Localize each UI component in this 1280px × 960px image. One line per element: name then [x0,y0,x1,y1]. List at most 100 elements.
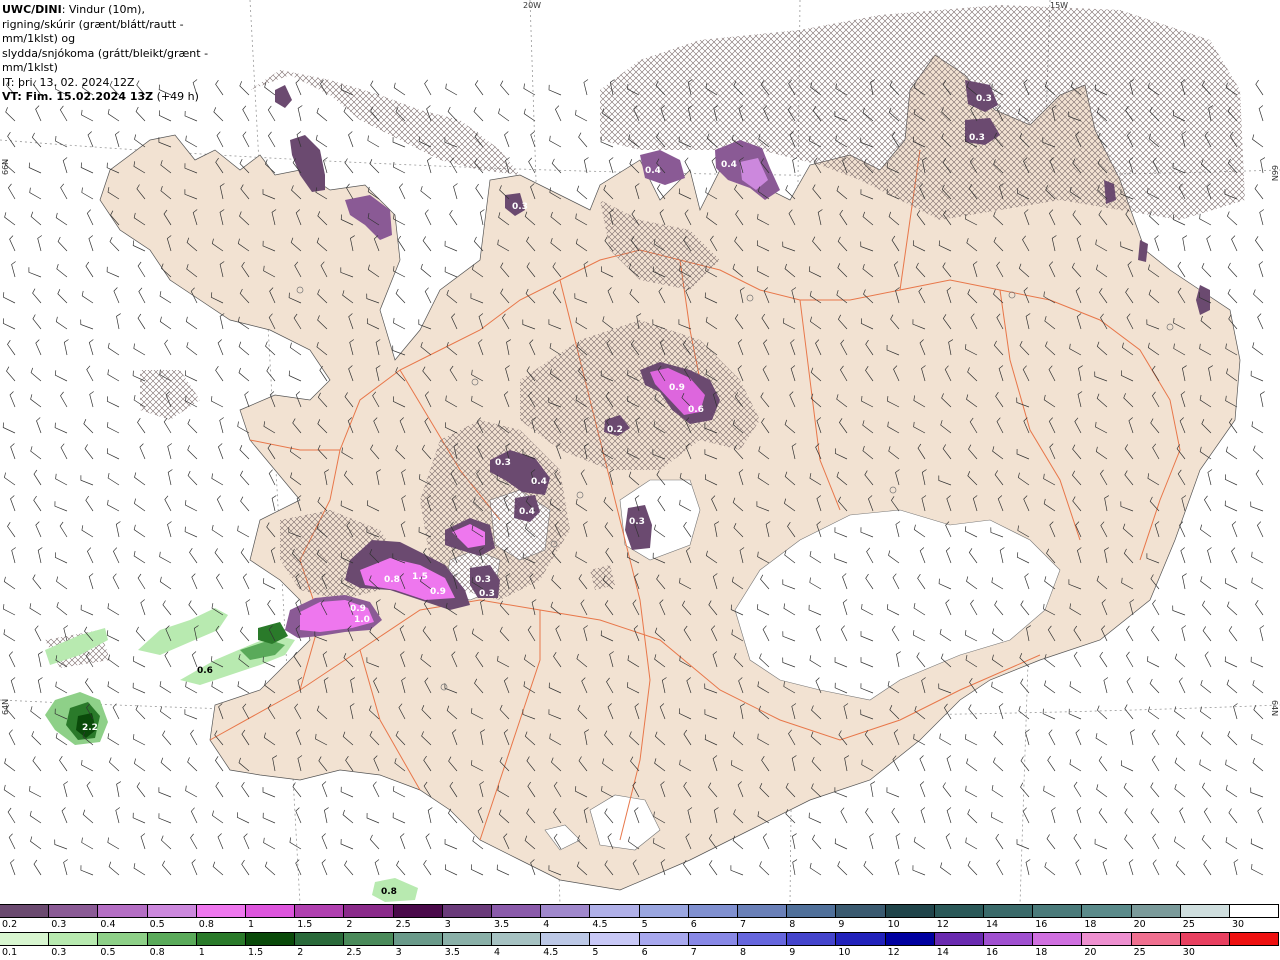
scale-swatch [934,932,984,946]
scale-swatch [787,904,837,918]
scale-tick-label: 20 [1084,947,1097,958]
scale-tick-label: 7 [740,919,747,930]
scale-swatch [393,904,443,918]
scale-swatch [885,904,935,918]
scale-swatch [836,904,886,918]
scale-swatch [246,932,296,946]
scale-tick-label: 12 [936,919,949,930]
scale-tick-label: 1 [198,947,205,958]
scale-swatch [1033,932,1083,946]
scale-swatch [147,932,197,946]
value-label: 0.8 [384,575,400,585]
value-label: 0.9 [350,604,366,614]
scale-tick-label: 25 [1182,919,1195,930]
scale-tick-label: 8 [740,947,747,958]
scale-tick-label: 30 [1182,947,1195,958]
init-time: IT: þri. 13. 02. 2024 12Z [2,75,135,89]
scale-tick-label: 18 [1084,919,1097,930]
scale-swatch [1230,904,1280,918]
scale-tick-label: 9 [838,919,845,930]
scale-tick-label: 10 [887,919,900,930]
scale-tick-label: 14 [936,947,949,958]
scale-swatch [1082,932,1132,946]
value-label: 0.3 [479,589,495,599]
scale-swatch [49,904,99,918]
scale-tick-label: 3.5 [494,919,510,930]
scale-tick-label: 0.8 [149,947,165,958]
scale-tick-label: 0.5 [149,919,165,930]
scale-tick-label: 0.8 [198,919,214,930]
scale-swatch [1230,932,1280,946]
valid-time-line: VT: Fim. 15.02.2024 13Z (+49 h) [2,90,240,105]
scale-tick-label: 1 [248,919,255,930]
value-label: 0.9 [430,587,446,597]
scale-tick-label: 8 [789,919,796,930]
scale-tick-label: 0.3 [51,919,67,930]
scale-swatch [0,932,50,946]
scale-swatch [1180,932,1230,946]
rain-color-scale [0,932,1280,946]
scale-swatch [98,904,148,918]
lat-label-64n-right: 64N [1270,700,1279,716]
scale-tick-label: 16 [986,947,999,958]
scale-tick-label: 4.5 [543,947,559,958]
scale-swatch [344,904,394,918]
value-label: 0.3 [495,458,511,468]
scale-swatch [984,932,1034,946]
scale-swatch [590,904,640,918]
title-variable: : Vindur (10m), [61,3,145,16]
scale-swatch [0,904,50,918]
scale-swatch [885,932,935,946]
scale-swatch [147,904,197,918]
scale-tick-label: 0.3 [51,947,67,958]
scale-swatch [1180,904,1230,918]
value-label: 0.3 [629,517,645,527]
scale-swatch [393,932,443,946]
scale-tick-label: 0.1 [2,947,18,958]
title-line-2: rigning/skúrir (grænt/blátt/rautt - mm/1… [2,17,184,46]
scale-swatch [738,904,788,918]
scale-tick-label: 25 [1133,947,1146,958]
scale-tick-label: 2.5 [395,919,411,930]
scale-swatch [787,932,837,946]
title-line-3: slydda/snjókoma (grátt/bleikt/grænt - mm… [2,46,209,75]
title-line-1: UWC/DINI: Vindur (10m), [2,3,240,18]
scale-tick-label: 2 [346,919,353,930]
scale-tick-label: 2 [297,947,304,958]
scale-swatch [442,932,492,946]
snow-color-scale [0,904,1280,918]
value-label: 2.2 [82,723,98,733]
scale-tick-label: 14 [986,919,999,930]
scale-swatch [492,932,542,946]
value-label: 1.0 [354,615,370,625]
scale-swatch [295,904,345,918]
value-label: 0.3 [969,133,985,143]
scale-swatch [541,932,591,946]
scale-tick-label: 18 [1035,947,1048,958]
scale-tick-label: 2.5 [346,947,362,958]
scale-tick-label: 9 [789,947,796,958]
scale-swatch [688,904,738,918]
scale-tick-label: 30 [1232,919,1245,930]
scale-tick-label: 5 [641,919,648,930]
scale-tick-label: 1.5 [297,919,313,930]
scale-swatch [639,932,689,946]
scale-swatch [49,932,99,946]
weather-map: 20W 15W 66N 66N 64N 64N 0.3 0.3 0.4 0.4 … [0,0,1280,904]
lon-label-20w: 20W [523,1,541,10]
value-label: 0.6 [197,666,213,676]
value-label: 0.3 [512,202,528,212]
scale-tick-label: 5 [592,947,599,958]
scale-tick-label: 10 [838,947,851,958]
model-name: UWC/DINI [2,3,62,16]
scale-swatch [541,904,591,918]
scale-tick-label: 1.5 [248,947,264,958]
scale-swatch [590,932,640,946]
map-title-box: UWC/DINI: Vindur (10m), rigning/skúrir (… [0,0,240,103]
scale-swatch [836,932,886,946]
value-label: 0.2 [607,425,623,435]
lat-label-64n-left: 64N [1,699,10,715]
scale-swatch [1082,904,1132,918]
scale-swatch [196,932,246,946]
scale-tick-label: 3 [444,919,451,930]
